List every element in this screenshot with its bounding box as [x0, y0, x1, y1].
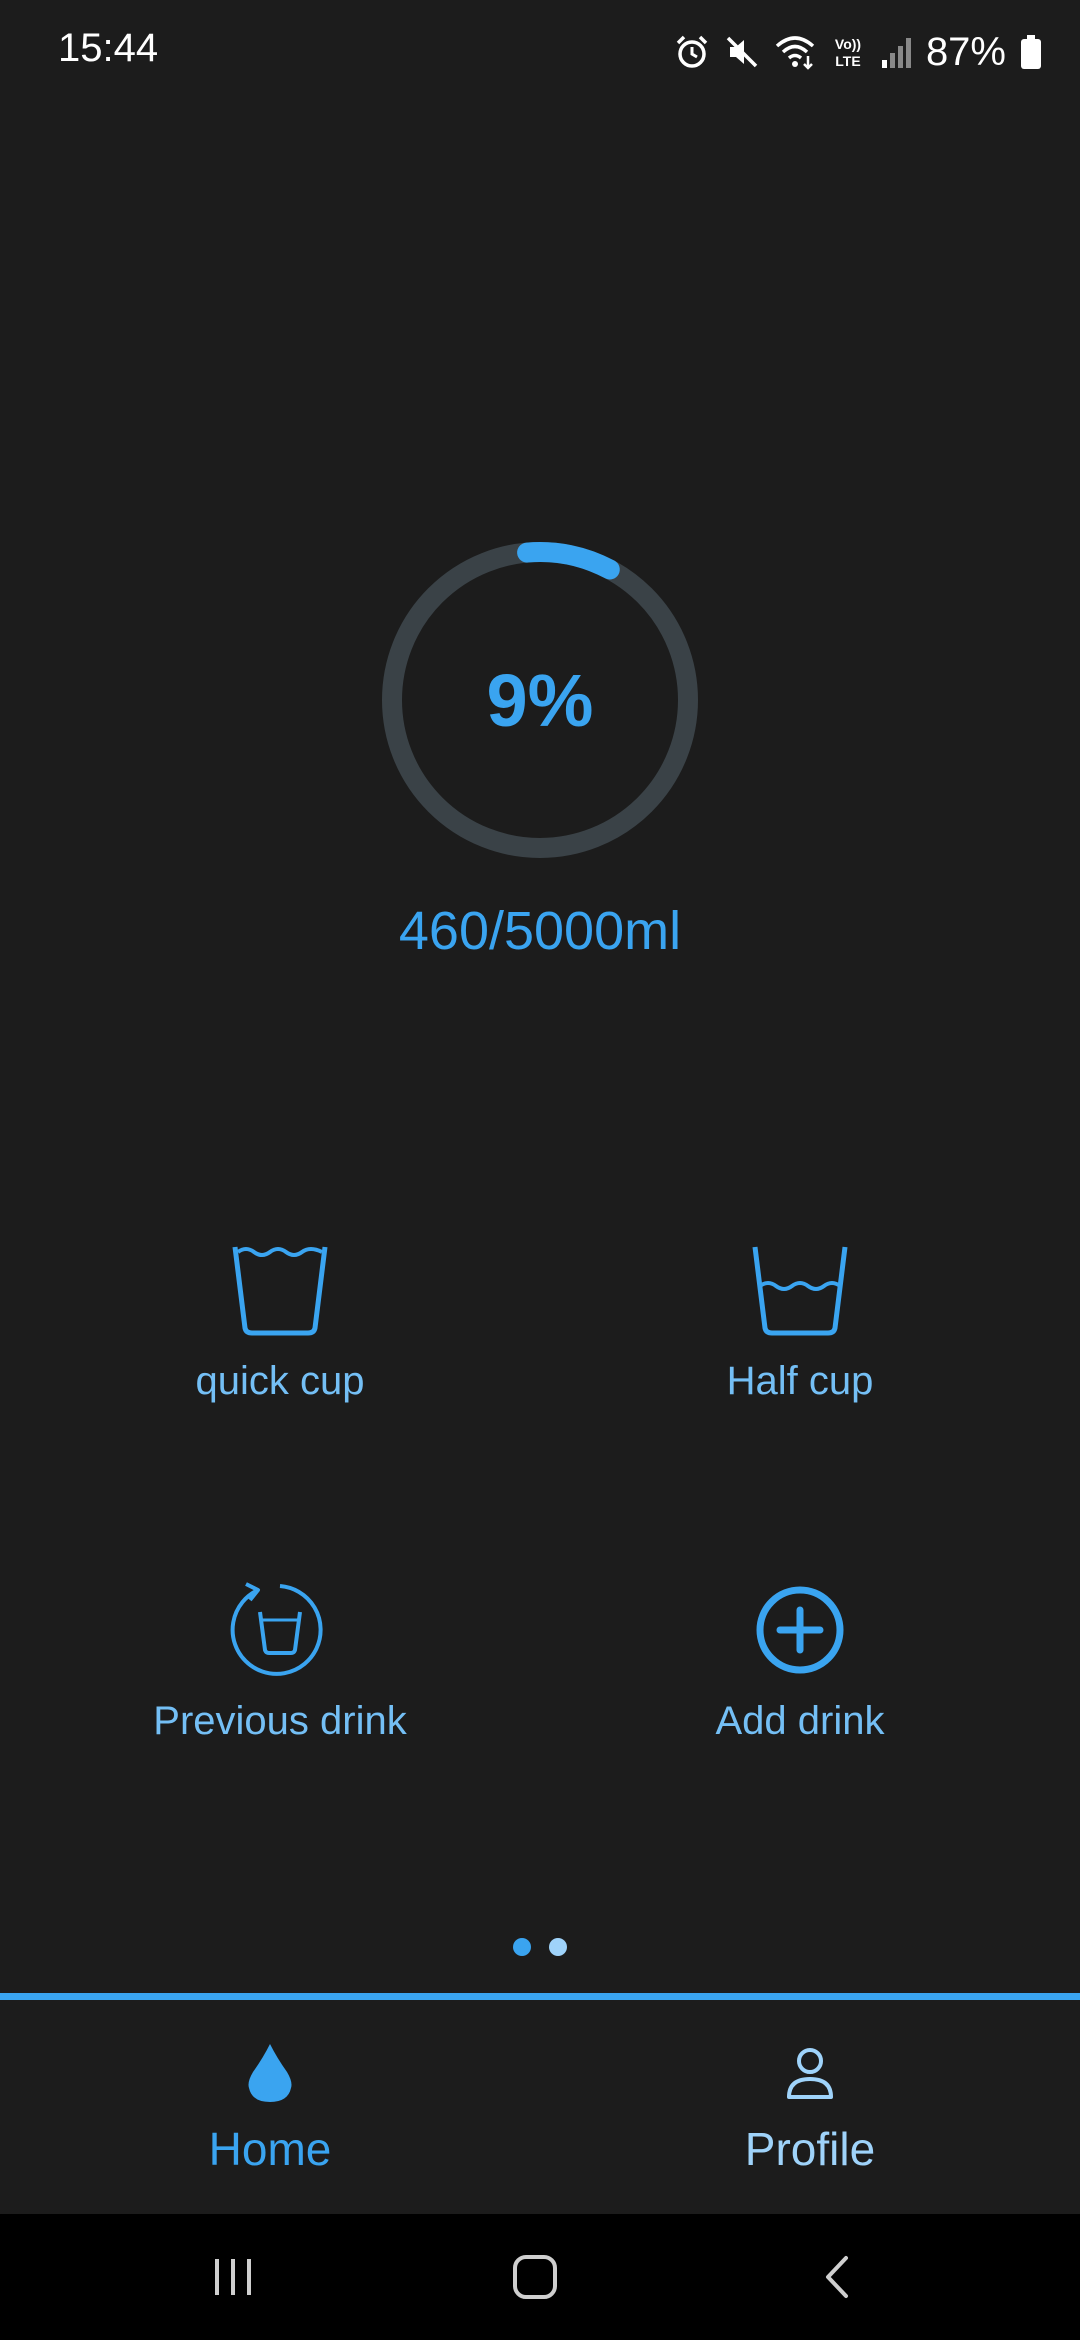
mute-icon: [724, 34, 760, 70]
volte-icon: Vo)) LTE: [830, 34, 866, 70]
recent-apps-icon[interactable]: [203, 2247, 263, 2307]
nav-profile-label: Profile: [744, 2123, 876, 2175]
person-icon: [775, 2038, 845, 2108]
nav-item-profile[interactable]: Profile: [540, 2000, 1080, 2220]
status-icons: Vo)) LTE 87%: [674, 26, 1042, 78]
battery-percent: 87%: [925, 29, 1006, 74]
bottom-nav: Home Profile: [0, 1993, 1080, 2220]
svg-text:LTE: LTE: [835, 53, 860, 69]
half-cup-button[interactable]: Half cup: [590, 1235, 1010, 1435]
half-cup-label: Half cup: [726, 1359, 874, 1403]
nav-item-home[interactable]: Home: [0, 2000, 540, 2220]
previous-drink-label: Previous drink: [153, 1699, 407, 1743]
system-nav-bar: [0, 2214, 1080, 2340]
home-icon[interactable]: [505, 2247, 565, 2307]
status-time: 15:44: [58, 26, 159, 70]
signal-icon: [880, 34, 912, 70]
back-icon[interactable]: [808, 2247, 868, 2307]
repeat-drink-icon: [225, 1575, 335, 1685]
page-dot-2[interactable]: [549, 1938, 567, 1956]
add-drink-button[interactable]: Add drink: [590, 1575, 1010, 1775]
screen: 15:44 Vo)) LTE 87% 9% 460/5000ml quick c…: [0, 0, 1080, 2340]
page-dot-1[interactable]: [513, 1938, 531, 1956]
previous-drink-button[interactable]: Previous drink: [70, 1575, 490, 1775]
status-bar: 15:44 Vo)) LTE 87%: [0, 0, 1080, 104]
water-drop-icon: [235, 2038, 305, 2108]
progress-ring: 9%: [380, 540, 700, 860]
half-cup-icon: [745, 1235, 855, 1345]
intake-amount: 460/5000ml: [398, 901, 682, 961]
quick-cup-button[interactable]: quick cup: [70, 1235, 490, 1435]
add-circle-icon: [745, 1575, 855, 1685]
svg-text:Vo)): Vo)): [835, 36, 861, 52]
battery-icon: [1020, 34, 1042, 70]
quick-cup-label: quick cup: [195, 1359, 365, 1403]
page-indicator: [0, 1938, 1080, 1956]
wifi-icon: [774, 34, 816, 70]
add-drink-label: Add drink: [715, 1699, 885, 1743]
full-cup-icon: [225, 1235, 335, 1345]
progress-percent: 9%: [486, 658, 594, 742]
nav-home-label: Home: [208, 2123, 332, 2175]
alarm-icon: [674, 34, 710, 70]
